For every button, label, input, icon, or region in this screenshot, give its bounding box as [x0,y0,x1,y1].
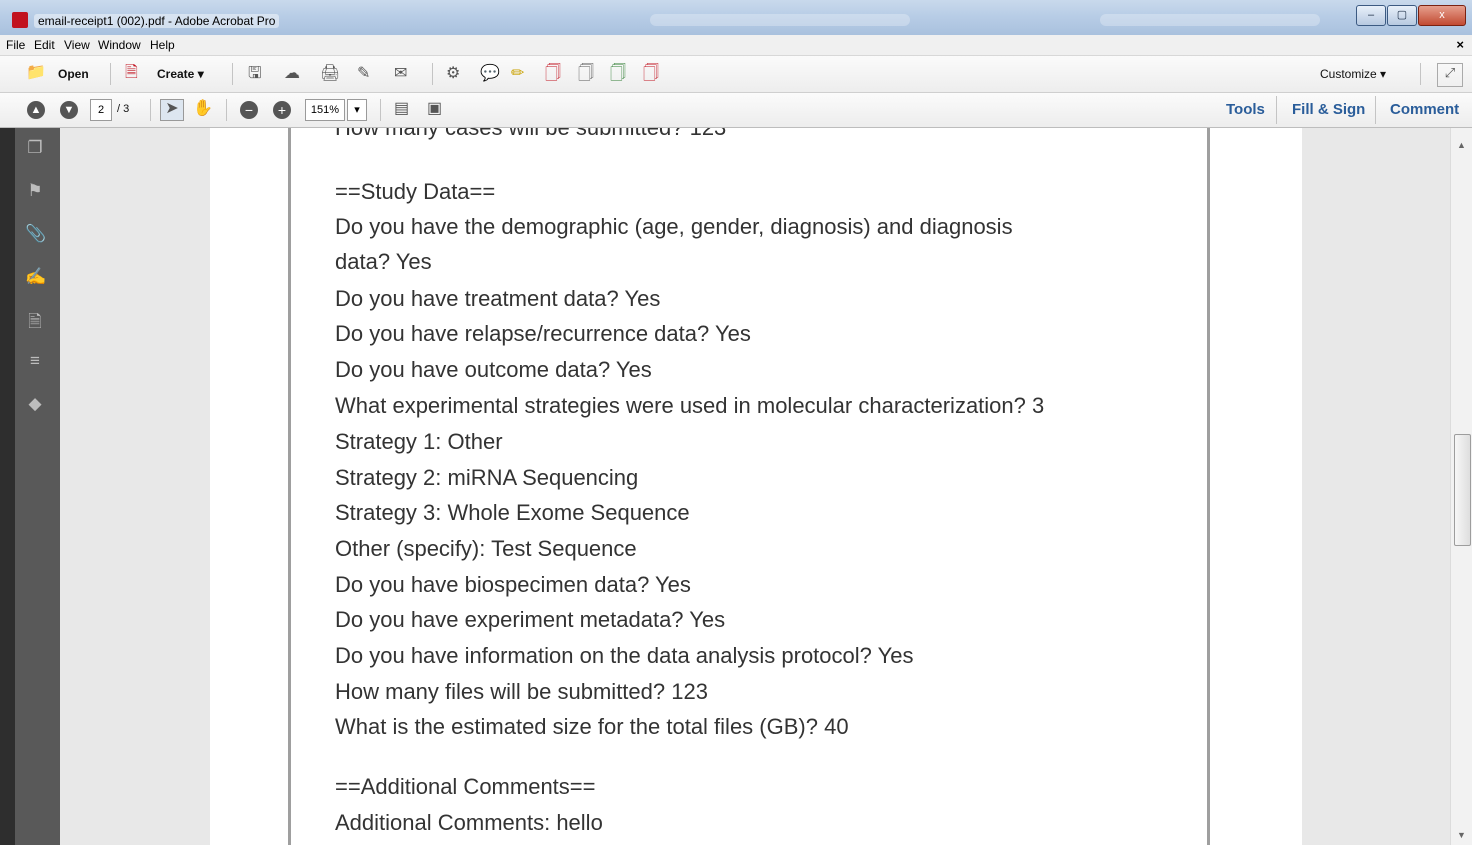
previous-page-icon[interactable]: ▲ [27,101,45,119]
customize-dropdown[interactable]: Customize ▾ [1320,67,1386,81]
toolbar-separator [1276,96,1277,124]
select-tool-icon[interactable]: ➤ [160,99,184,121]
pdf-page: How many cases will be submitted? 123 ==… [210,128,1302,845]
doc-line: Do you have relapse/recurrence data? Yes [335,321,751,346]
page-total: / 3 [117,103,130,115]
page-number-input[interactable]: 2 [90,99,112,121]
doc-line: Strategy 1: Other [335,429,503,454]
doc-line: Strategy 3: Whole Exome Sequence [335,500,690,525]
doc-line: Do you have treatment data? Yes [335,286,661,311]
scroll-up-icon[interactable]: ▲ [1457,140,1466,150]
doc-line: What experimental strategies were used i… [335,393,1045,418]
doc-line: Do you have experiment metadata? Yes [335,607,726,632]
left-edge [0,128,15,845]
vertical-scrollbar[interactable]: ▲ ▼ [1450,128,1472,845]
highlight-icon[interactable]: ✏ [511,65,524,83]
main-toolbar: 📁 Open 🗎 Create ▾ 🖫 ☁ 🖨 ✎ ✉ ⚙ 💬 ✏ 🗍 🗍 🗍 … [0,56,1472,93]
title-bar: email-receipt1 (002).pdf - Adobe Acrobat… [0,0,1472,35]
menu-help[interactable]: Help [150,38,175,52]
settings-icon[interactable]: ⚙ [446,65,460,83]
toolbar-separator [1420,63,1421,85]
menu-bar: File Edit View Window Help × [0,35,1472,56]
zoom-out-icon[interactable]: − [240,101,258,119]
next-page-icon[interactable]: ▼ [60,101,78,119]
section-heading-additional-comments: ==Additional Comments== [335,774,596,799]
doc-line: Other (specify): Test Sequence [335,536,637,561]
create-pdf-icon: 🗎 [125,64,138,81]
doc-line: Additional Comments: hello [335,810,603,835]
content-box: How many cases will be submitted? 123 ==… [288,128,1210,845]
doc-line: Do you have information on the data anal… [335,643,914,668]
pdf-delete-icon[interactable]: 🗍 [545,65,561,83]
toolbar-separator [1375,96,1376,124]
doc-line: How many files will be submitted? 123 [335,679,708,704]
fill-sign-tab[interactable]: Fill & Sign [1292,101,1365,118]
open-button[interactable]: Open [58,67,89,81]
tag-icon[interactable]: ◆ [25,394,45,414]
bookmark-icon[interactable]: ⚑ [25,181,45,201]
toolbar-separator [150,99,151,121]
layers-icon[interactable]: ≡ [25,351,45,371]
doc-line: How many cases will be submitted? 123 [335,128,726,141]
window-title: email-receipt1 (002).pdf - Adobe Acrobat… [34,14,280,28]
toolbar-separator [226,99,227,121]
pdf-sign-icon[interactable]: 🗍 [643,65,659,83]
create-button[interactable]: Create ▾ [157,67,204,81]
email-icon[interactable]: ✉ [394,65,407,83]
window-controls: – ▢ x [1355,5,1466,27]
toolbar-separator [432,63,433,85]
menu-window[interactable]: Window [98,38,141,52]
acrobat-icon [12,12,28,28]
minimize-button[interactable]: – [1356,5,1386,26]
doc-line: data? Yes [335,249,432,274]
doc-line: Do you have biospecimen data? Yes [335,572,691,597]
doc-line: What is the estimated size for the total… [335,714,849,739]
navigation-pane: ❐ ⚑ 📎 ✍ 🗎 ≡ ◆ [15,128,60,845]
tools-tab[interactable]: Tools [1226,101,1265,118]
pdf-export-icon[interactable]: 🗍 [610,65,626,83]
scroll-down-icon[interactable]: ▼ [1457,830,1466,840]
zoom-dropdown[interactable]: ▾ [347,99,367,121]
menu-view[interactable]: View [64,38,90,52]
toolbar-separator [380,99,381,121]
comment-bubble-icon[interactable]: 💬 [480,65,500,83]
folder-icon: 📁 [26,64,46,81]
close-button[interactable]: x [1418,5,1466,26]
menu-file[interactable]: File [6,38,25,52]
menu-edit[interactable]: Edit [34,38,55,52]
maximize-button[interactable]: ▢ [1387,5,1417,26]
document-close-icon[interactable]: × [1456,37,1464,52]
attachment-icon[interactable]: 📎 [25,224,46,244]
comment-tab[interactable]: Comment [1390,101,1459,118]
hand-tool-icon[interactable]: ✋ [193,100,213,118]
pdf-search-icon[interactable]: 🗍 [578,65,594,83]
save-icon[interactable]: 🖫 [248,65,262,83]
fit-width-icon[interactable]: ▣ [427,100,442,118]
doc-line: Strategy 2: miRNA Sequencing [335,465,639,490]
doc-line: Do you have the demographic (age, gender… [335,214,1013,239]
edit-icon[interactable]: ✎ [357,65,370,83]
upload-cloud-icon[interactable]: ☁ [284,65,300,83]
doc-line: Do you have outcome data? Yes [335,357,652,382]
fullscreen-icon[interactable]: ⤢ [1437,63,1463,87]
blurred-title-region-2 [1100,14,1320,26]
section-heading-study-data: ==Study Data== [335,179,496,204]
toolbar-separator [110,63,111,85]
fit-page-icon[interactable]: ▤ [394,100,409,118]
toolbar-separator [232,63,233,85]
zoom-level-input[interactable]: 151% [305,99,345,121]
document-view[interactable]: How many cases will be submitted? 123 ==… [60,128,1450,845]
document-icon[interactable]: 🗎 [25,309,45,331]
blurred-title-region [650,14,910,26]
signature-icon[interactable]: ✍ [25,267,46,287]
print-icon[interactable]: 🖨 [320,65,340,83]
pages-icon[interactable]: ❐ [25,138,45,158]
scroll-thumb[interactable] [1454,434,1471,546]
zoom-in-icon[interactable]: + [273,101,291,119]
